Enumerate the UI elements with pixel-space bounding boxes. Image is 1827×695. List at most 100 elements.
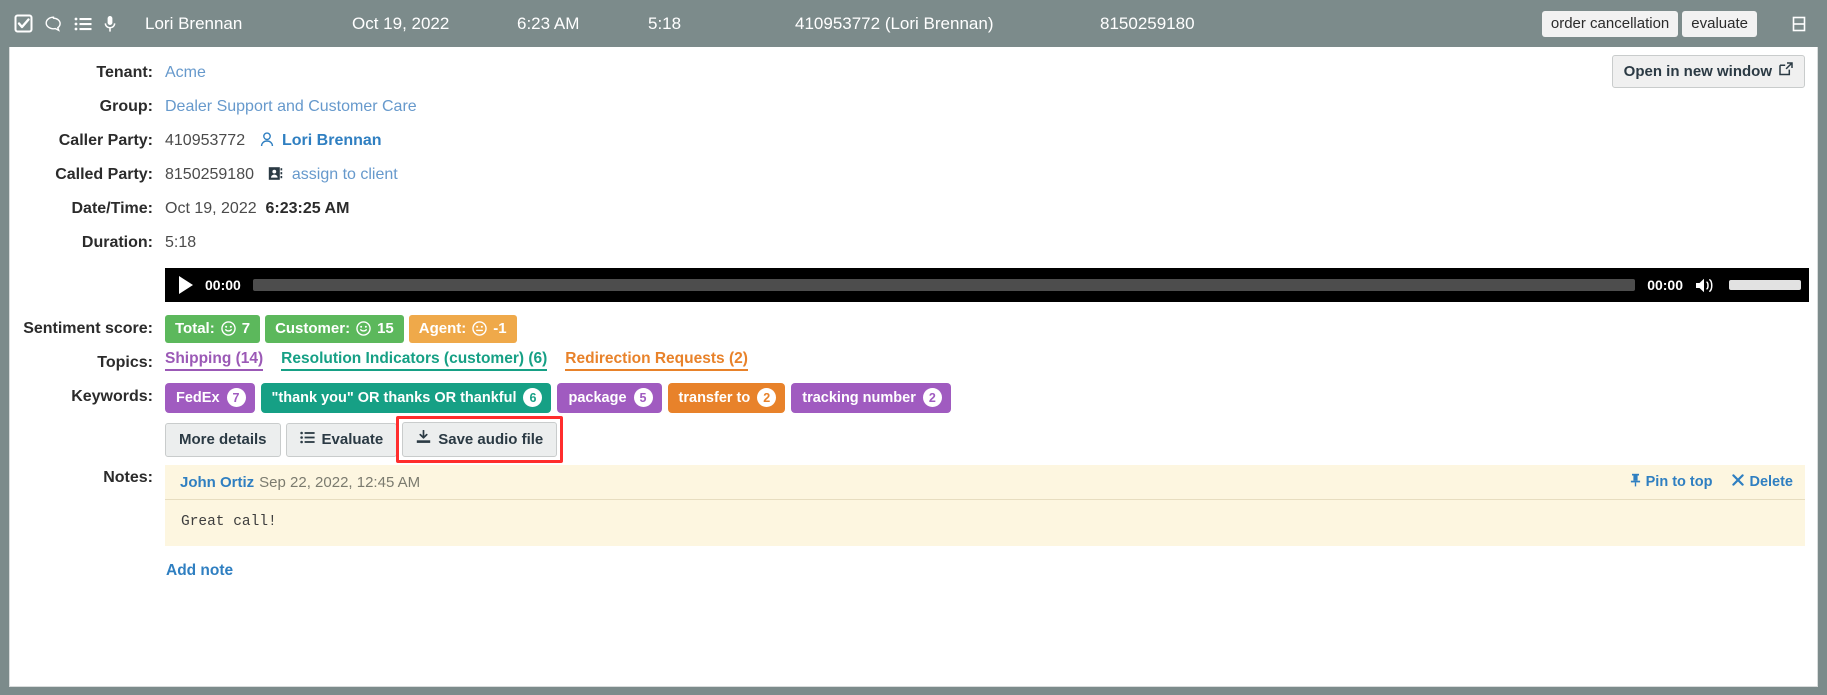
row-tenant: Tenant: Acme <box>10 56 1817 90</box>
header-time: 6:23 AM <box>517 13 580 33</box>
play-icon[interactable] <box>179 276 193 294</box>
save-audio-file-label: Save audio file <box>438 430 544 448</box>
delete-note-label: Delete <box>1749 474 1793 490</box>
more-details-button[interactable]: More details <box>165 422 281 457</box>
call-header-bar: Lori Brennan Oct 19, 2022 6:23 AM 5:18 4… <box>0 0 1827 47</box>
row-called-party: Called Party: 8150259180 assign to clien… <box>10 158 1817 192</box>
keyword-pill[interactable]: FedEx 7 <box>165 383 255 413</box>
pin-icon <box>1630 473 1641 491</box>
neutral-face-icon <box>472 321 487 336</box>
delete-note-button[interactable]: Delete <box>1732 473 1793 491</box>
header-duration: 5:18 <box>648 13 682 33</box>
sentiment-badge-customer[interactable]: Customer: 15 <box>265 315 404 343</box>
keywords-label: Keywords: <box>71 388 153 405</box>
header-icon-group <box>14 14 116 33</box>
called-party-number: 8150259180 <box>165 166 254 183</box>
panel-left-edge <box>0 47 9 695</box>
sentiment-badge-value: 15 <box>377 320 394 337</box>
save-audio-file-button[interactable]: Save audio file <box>402 422 558 457</box>
sentiment-badge-agent[interactable]: Agent: -1 <box>408 315 517 343</box>
called-party-label: Called Party: <box>55 166 153 183</box>
external-link-icon <box>1779 62 1793 80</box>
note-tools: Pin to top Delete <box>1630 473 1793 491</box>
save-audio-highlight: Save audio file <box>396 416 564 463</box>
sentiment-badge-total[interactable]: Total: 7 <box>165 315 261 343</box>
notes-column: John Ortiz Sep 22, 2022, 12:45 AM Pin to… <box>165 461 1817 580</box>
download-icon <box>416 429 431 448</box>
keyword-pill[interactable]: "thank you" OR thanks OR thankful 6 <box>260 383 552 413</box>
note-author-link[interactable]: John Ortiz <box>180 474 254 491</box>
header-caller-party: 410953772 (Lori Brennan) <box>795 13 994 33</box>
note-header: John Ortiz Sep 22, 2022, 12:45 AM Pin to… <box>165 465 1805 500</box>
volume-slider[interactable] <box>1729 280 1801 290</box>
add-note-link[interactable]: Add note <box>165 546 233 580</box>
keyword-pill[interactable]: package 5 <box>557 383 662 413</box>
header-tag-group: order cancellation evaluate <box>1541 10 1757 37</box>
caller-party-name-link[interactable]: Lori Brennan <box>282 132 382 149</box>
tenant-label: Tenant: <box>96 64 153 81</box>
topic-link[interactable]: Shipping (14) <box>165 350 264 371</box>
note-body-text: Great call! <box>181 514 277 530</box>
list-icon[interactable] <box>74 16 92 32</box>
pin-to-top-button[interactable]: Pin to top <box>1630 473 1712 491</box>
comment-icon[interactable] <box>45 15 62 32</box>
keyword-label: FedEx <box>176 389 220 406</box>
sentiment-badge-value: -1 <box>493 320 507 337</box>
sentiment-badge-group: Total: 7 Customer: 15 Agent: -1 <box>165 312 517 346</box>
panel-right-edge <box>1818 47 1827 695</box>
open-in-new-window-button[interactable]: Open in new window <box>1611 55 1805 88</box>
assign-to-client-link[interactable]: assign to client <box>292 166 398 183</box>
note-meta: John Ortiz Sep 22, 2022, 12:45 AM <box>180 474 420 491</box>
datetime-label: Date/Time: <box>71 200 153 217</box>
audio-player: 00:00 00:00 <box>165 268 1809 302</box>
keyword-label: package <box>568 389 627 406</box>
row-sentiment: Sentiment score: Total: 7 Customer: 15 Agent… <box>10 312 1817 346</box>
list-icon <box>299 431 315 448</box>
group-value-link[interactable]: Dealer Support and Customer Care <box>165 98 417 115</box>
duration-label: Duration: <box>81 234 153 251</box>
row-duration: Duration: 5:18 <box>10 226 1817 260</box>
topics-label: Topics: <box>97 354 153 371</box>
keyword-count: 2 <box>922 388 942 407</box>
sentiment-label: Sentiment score: <box>23 320 153 337</box>
evaluate-button[interactable]: Evaluate <box>285 422 398 457</box>
sentiment-badge-name: Total: <box>175 320 215 337</box>
caller-party-label: Caller Party: <box>58 132 153 149</box>
tag-order-cancellation[interactable]: order cancellation <box>1541 10 1679 37</box>
keyword-label: tracking number <box>802 389 916 406</box>
duration-value: 5:18 <box>165 234 197 251</box>
user-icon <box>260 132 274 147</box>
player-spacer <box>10 268 165 302</box>
player-total-time: 00:00 <box>1647 277 1683 293</box>
group-label: Group: <box>99 98 153 115</box>
sentiment-badge-value: 7 <box>241 320 251 337</box>
row-caller-party: Caller Party: 410953772 Lori Brennan <box>10 124 1817 158</box>
assign-client-icon <box>268 166 283 181</box>
datetime-time: 6:23:25 AM <box>265 200 350 217</box>
keyword-count: 6 <box>523 388 543 407</box>
header-called-party: 8150259180 <box>1100 13 1195 33</box>
keyword-pill[interactable]: transfer to 2 <box>667 383 786 413</box>
keyword-count: 7 <box>226 388 246 407</box>
player-current-time: 00:00 <box>205 277 241 293</box>
topic-link[interactable]: Redirection Requests (2) <box>565 350 748 371</box>
tenant-value-link[interactable]: Acme <box>165 64 206 81</box>
checkbox-checked-icon[interactable] <box>14 14 33 33</box>
sentiment-badge-name: Customer: <box>275 320 351 337</box>
keyword-count: 5 <box>633 388 653 407</box>
row-actions: More details Evaluate Save audio file <box>10 416 1817 463</box>
keyword-label: "thank you" OR thanks OR thankful <box>271 389 517 406</box>
player-seek-bar[interactable] <box>252 279 1636 291</box>
row-topics: Topics: Shipping (14) Resolution Indicato… <box>10 346 1817 380</box>
keyword-pill[interactable]: tracking number 2 <box>791 383 951 413</box>
note-date: Sep 22, 2022, 12:45 AM <box>259 473 421 491</box>
sentiment-badge-name: Agent: <box>418 320 467 337</box>
volume-icon[interactable] <box>1695 277 1717 294</box>
header-date: Oct 19, 2022 <box>352 13 450 33</box>
topic-link[interactable]: Resolution Indicators (customer) (6) <box>281 350 548 371</box>
tag-evaluate[interactable]: evaluate <box>1682 10 1757 37</box>
smile-icon <box>356 321 371 336</box>
keyword-list: FedEx 7 "thank you" OR thanks OR thankful 6… <box>165 380 951 416</box>
microphone-icon[interactable] <box>104 15 116 33</box>
collapse-icon[interactable] <box>1791 15 1807 33</box>
